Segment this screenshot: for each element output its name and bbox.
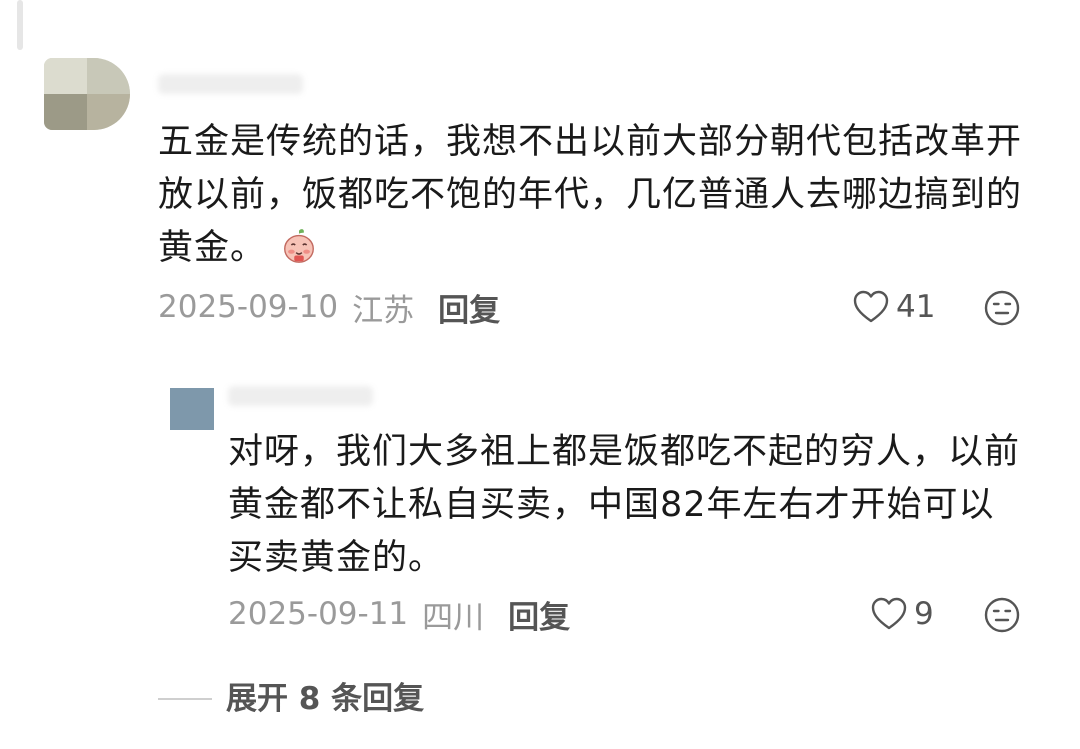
- username-blurred[interactable]: [158, 74, 303, 94]
- reply-meta: 2025-09-11 四川 回复: [228, 592, 570, 637]
- reply-date: 2025-09-11: [228, 596, 409, 632]
- expand-replies-button[interactable]: 展开 8 条回复: [226, 677, 424, 721]
- neutral-face-icon[interactable]: [983, 596, 1021, 634]
- reply-reply-button[interactable]: 回复: [508, 592, 570, 637]
- scroll-indicator: [17, 0, 23, 50]
- neutral-face-icon[interactable]: [983, 289, 1021, 327]
- peach-face-sticker-icon: [284, 229, 314, 263]
- reply-like-count: 9: [914, 596, 934, 632]
- comment-location: 江苏: [352, 292, 415, 329]
- reply-button[interactable]: 回复: [438, 285, 500, 330]
- like-button[interactable]: 41: [852, 287, 935, 327]
- reply-username-blurred[interactable]: [228, 386, 373, 406]
- comment-thread: 五金是传统的话，我想不出以前大部分朝代包括改革开放以前，饭都吃不饱的年代，几亿普…: [0, 0, 1080, 749]
- reply-location: 四川: [422, 599, 485, 636]
- avatar-pixel: [44, 94, 87, 130]
- avatar-pixel: [87, 94, 130, 130]
- avatar-pixel: [87, 58, 130, 94]
- avatar[interactable]: [44, 58, 130, 130]
- comment-body: 五金是传统的话，我想不出以前大部分朝代包括改革开放以前，饭都吃不饱的年代，几亿普…: [158, 116, 1028, 275]
- heart-icon: [871, 597, 907, 630]
- comment-date: 2025-09-10: [158, 289, 339, 325]
- like-count: 41: [896, 289, 936, 325]
- expand-divider: [158, 698, 212, 700]
- comment-meta: 2025-09-10 江苏 回复: [158, 285, 500, 330]
- reply-avatar[interactable]: [170, 388, 214, 430]
- avatar-pixel: [44, 58, 87, 94]
- heart-icon: [853, 290, 889, 323]
- reply-like-button[interactable]: 9: [870, 594, 934, 634]
- reply-body: 对呀，我们大多祖上都是饭都吃不起的穷人，以前黄金都不让私自买卖，中国82年左右才…: [228, 432, 1021, 578]
